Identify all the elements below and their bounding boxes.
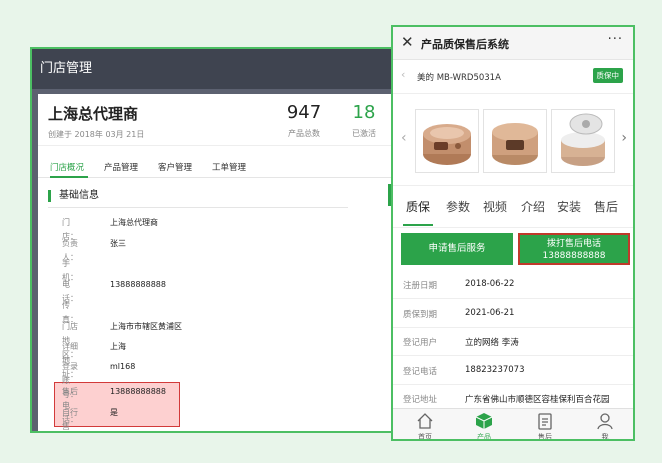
detail-value: 18823237073 [465, 365, 525, 375]
nav-label: 售后 [538, 433, 552, 441]
field-value: 上海市市辖区黄浦区 [110, 322, 182, 331]
stat-label: 已激活 [352, 129, 376, 138]
field-value: 13888888888 [110, 280, 166, 289]
detail-value: 立的网络 李涛 [465, 338, 519, 348]
field-label: 自行售后： [62, 408, 78, 431]
user-icon [597, 413, 613, 430]
call-aftersales-button[interactable]: 拨打售后电话 13888888888 [518, 233, 630, 265]
detail-value: 2021-06-21 [465, 308, 515, 318]
detail-label: 登记用户 [403, 338, 438, 348]
store-card: 上海总代理商 创建于 2018年 03月 21日 947 产品总数 18 已激活… [38, 94, 394, 431]
product-image[interactable] [551, 109, 615, 173]
stat-value: 18 [352, 102, 376, 123]
detail-label: 登记电话 [403, 367, 438, 377]
rice-cooker-image [492, 123, 538, 165]
clipboard-icon [538, 413, 552, 430]
rice-cooker-open-image [561, 113, 605, 166]
tab-introduction[interactable]: 介绍 [521, 198, 545, 215]
tab-warranty[interactable]: 质保 [406, 198, 430, 215]
store-name: 上海总代理商 [48, 105, 139, 123]
admin-body: 上海总代理商 创建于 2018年 03月 21日 947 产品总数 18 已激活… [32, 89, 396, 431]
nav-me[interactable]: 我 [585, 411, 625, 441]
product-image[interactable] [483, 109, 547, 173]
field-value: 13888888888 [110, 387, 166, 396]
active-tab-indicator [50, 176, 88, 178]
call-button-label: 拨打售后电话 [546, 239, 601, 249]
detail-row-registered-phone: 登记电话 18823237073 [393, 356, 633, 385]
warranty-mobile-window: ✕ 产品质保售后系统 ··· ‹ 美的 MB-WRD5031A 质保中 ‹ › … [391, 25, 635, 441]
call-button-number: 13888888888 [542, 251, 606, 261]
window-title: 门店管理 [32, 49, 396, 89]
tab-aftersales[interactable]: 售后 [594, 198, 618, 215]
field-value: ml168 [110, 362, 136, 371]
chevron-right-icon[interactable]: › [621, 130, 627, 146]
tab-store-overview[interactable]: 门店概况 [50, 161, 84, 173]
rice-cooker-image [423, 124, 471, 165]
product-row[interactable]: ‹ 美的 MB-WRD5031A 质保中 [393, 60, 633, 94]
stat-activated: 18 已激活 [344, 102, 384, 139]
detail-value: 广东省佛山市顺德区容桂保利百合花园 [465, 395, 610, 405]
detail-row-register-date: 注册日期 2018-06-22 [393, 270, 633, 299]
bottom-nav: 首页 产品 售后 我 [393, 408, 633, 441]
tab-video[interactable]: 视频 [483, 198, 507, 215]
nav-label: 我 [601, 433, 609, 441]
store-created-date: 创建于 2018年 03月 21日 [48, 130, 145, 139]
store-management-window: 门店管理 上海总代理商 创建于 2018年 03月 21日 947 产品总数 1… [30, 47, 398, 433]
active-tab-indicator [403, 224, 433, 226]
field-value: 上海总代理商 [110, 218, 158, 227]
store-header: 上海总代理商 创建于 2018年 03月 21日 947 产品总数 18 已激活 [38, 94, 394, 146]
detail-row-registered-user: 登记用户 立的网络 李涛 [393, 327, 633, 356]
field-value: 上海 [110, 342, 126, 351]
section-divider [48, 207, 348, 208]
tab-installation[interactable]: 安装 [557, 198, 581, 215]
stat-value: 947 [286, 102, 322, 123]
field-value: 张三 [110, 239, 126, 248]
product-tabs: 质保 参数 视频 介绍 安装 售后 [393, 186, 633, 228]
tab-parameters[interactable]: 参数 [446, 198, 470, 215]
nav-products[interactable]: 产品 [464, 411, 504, 441]
phone-header: ✕ 产品质保售后系统 ··· [393, 27, 633, 60]
close-icon[interactable]: ✕ [401, 33, 414, 51]
detail-row-warranty-expiry: 质保到期 2021-06-21 [393, 299, 633, 328]
detail-value: 2018-06-22 [465, 279, 515, 289]
chevron-left-icon: ‹ [401, 68, 406, 81]
product-gallery: ‹ › [393, 94, 633, 186]
more-icon[interactable]: ··· [608, 32, 623, 47]
section-title-basic-info: 基础信息 [48, 190, 99, 202]
detail-label: 注册日期 [403, 281, 438, 291]
chevron-left-icon[interactable]: ‹ [401, 130, 407, 146]
nav-label: 首页 [418, 433, 432, 441]
tab-product-management[interactable]: 产品管理 [104, 161, 138, 173]
stat-label: 产品总数 [288, 129, 320, 138]
store-tabs: 门店概况 产品管理 客户管理 工单管理 [38, 156, 394, 178]
tab-ticket-management[interactable]: 工单管理 [212, 161, 246, 173]
detail-label: 质保到期 [403, 310, 438, 320]
product-name: 美的 MB-WRD5031A [417, 73, 501, 83]
nav-aftersales[interactable]: 售后 [525, 411, 565, 441]
field-value: 是 [110, 408, 118, 417]
nav-home[interactable]: 首页 [405, 411, 445, 441]
product-image[interactable] [415, 109, 479, 173]
tab-customer-management[interactable]: 客户管理 [158, 161, 192, 173]
stat-total-products: 947 产品总数 [284, 102, 324, 139]
cube-icon [475, 413, 493, 429]
apply-aftersales-button[interactable]: 申请售后服务 [401, 233, 513, 265]
nav-label: 产品 [477, 433, 491, 441]
home-icon [417, 413, 433, 429]
status-badge: 质保中 [592, 68, 623, 83]
detail-label: 登记地址 [403, 395, 438, 405]
page-title: 产品质保售后系统 [421, 38, 509, 51]
